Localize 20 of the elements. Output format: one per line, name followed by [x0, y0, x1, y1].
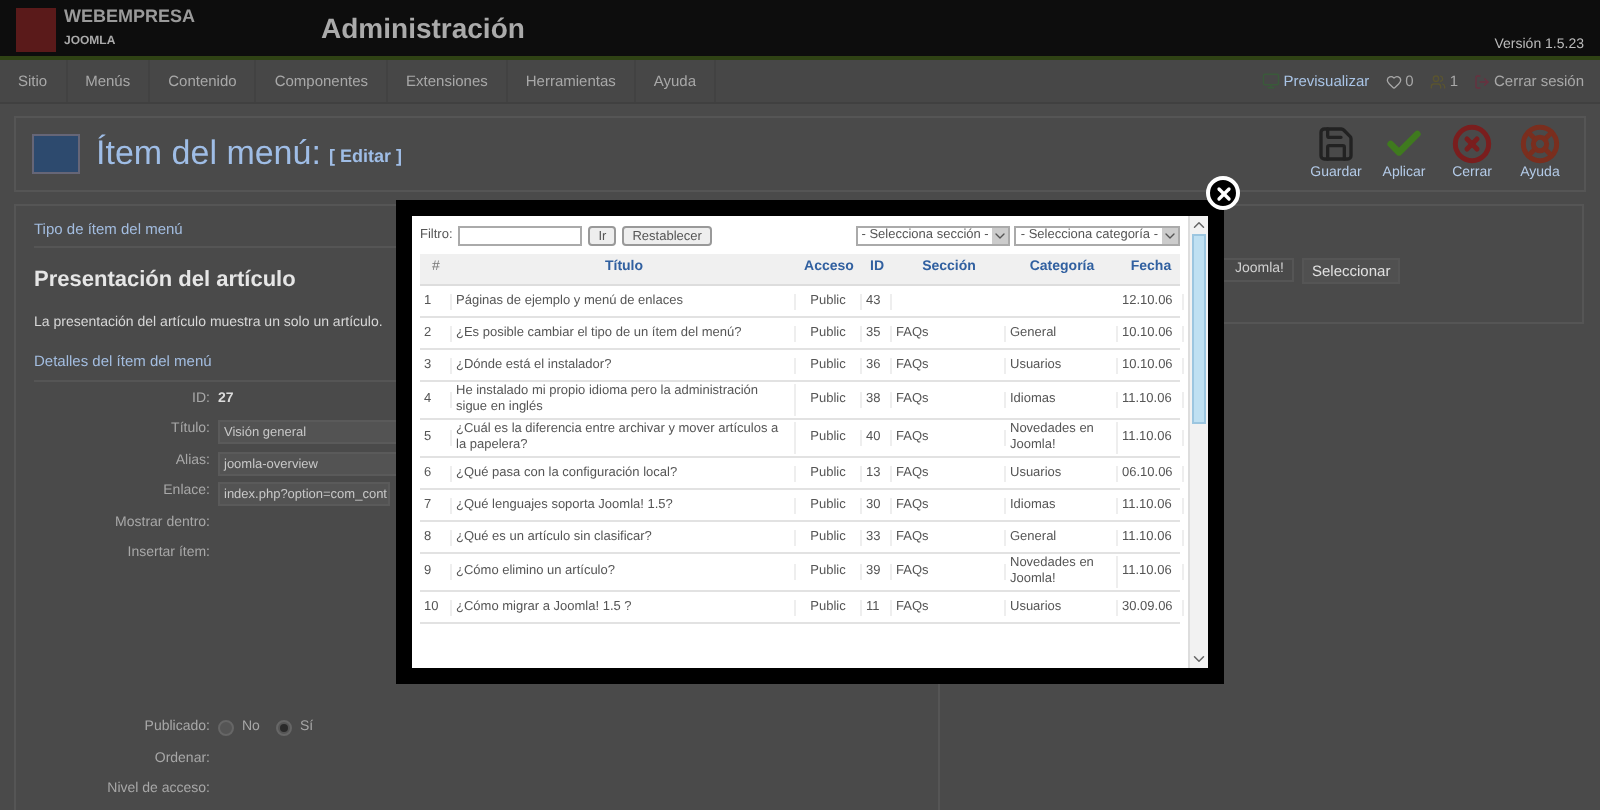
- close-icon[interactable]: [1206, 176, 1240, 210]
- scroll-down-icon[interactable]: [1190, 650, 1208, 668]
- menu-item-icon: [32, 134, 80, 174]
- page-subtitle: [ Editar ]: [328, 144, 402, 171]
- section-heading: Presentación del artículo: [34, 266, 296, 297]
- message-icon: [1385, 73, 1402, 89]
- dropdown-arrow-icon: [992, 228, 1009, 244]
- scroll-thumb[interactable]: [1192, 234, 1206, 424]
- logo-icon: [16, 8, 56, 52]
- brand-name: WEBEMPRESA: [64, 8, 196, 26]
- admin-title: Administración: [321, 10, 525, 48]
- lifebuoy-icon: [1520, 123, 1560, 164]
- scroll-up-icon[interactable]: [1190, 216, 1208, 234]
- close-icon: [1452, 123, 1492, 164]
- radio-button[interactable]: [275, 720, 292, 737]
- logout-icon: [1473, 73, 1490, 89]
- dropdown-arrow-icon: [1162, 228, 1178, 244]
- page-title: Ítem del menú:: [96, 132, 321, 177]
- radio-button[interactable]: [218, 720, 234, 737]
- filter-input[interactable]: [458, 226, 583, 246]
